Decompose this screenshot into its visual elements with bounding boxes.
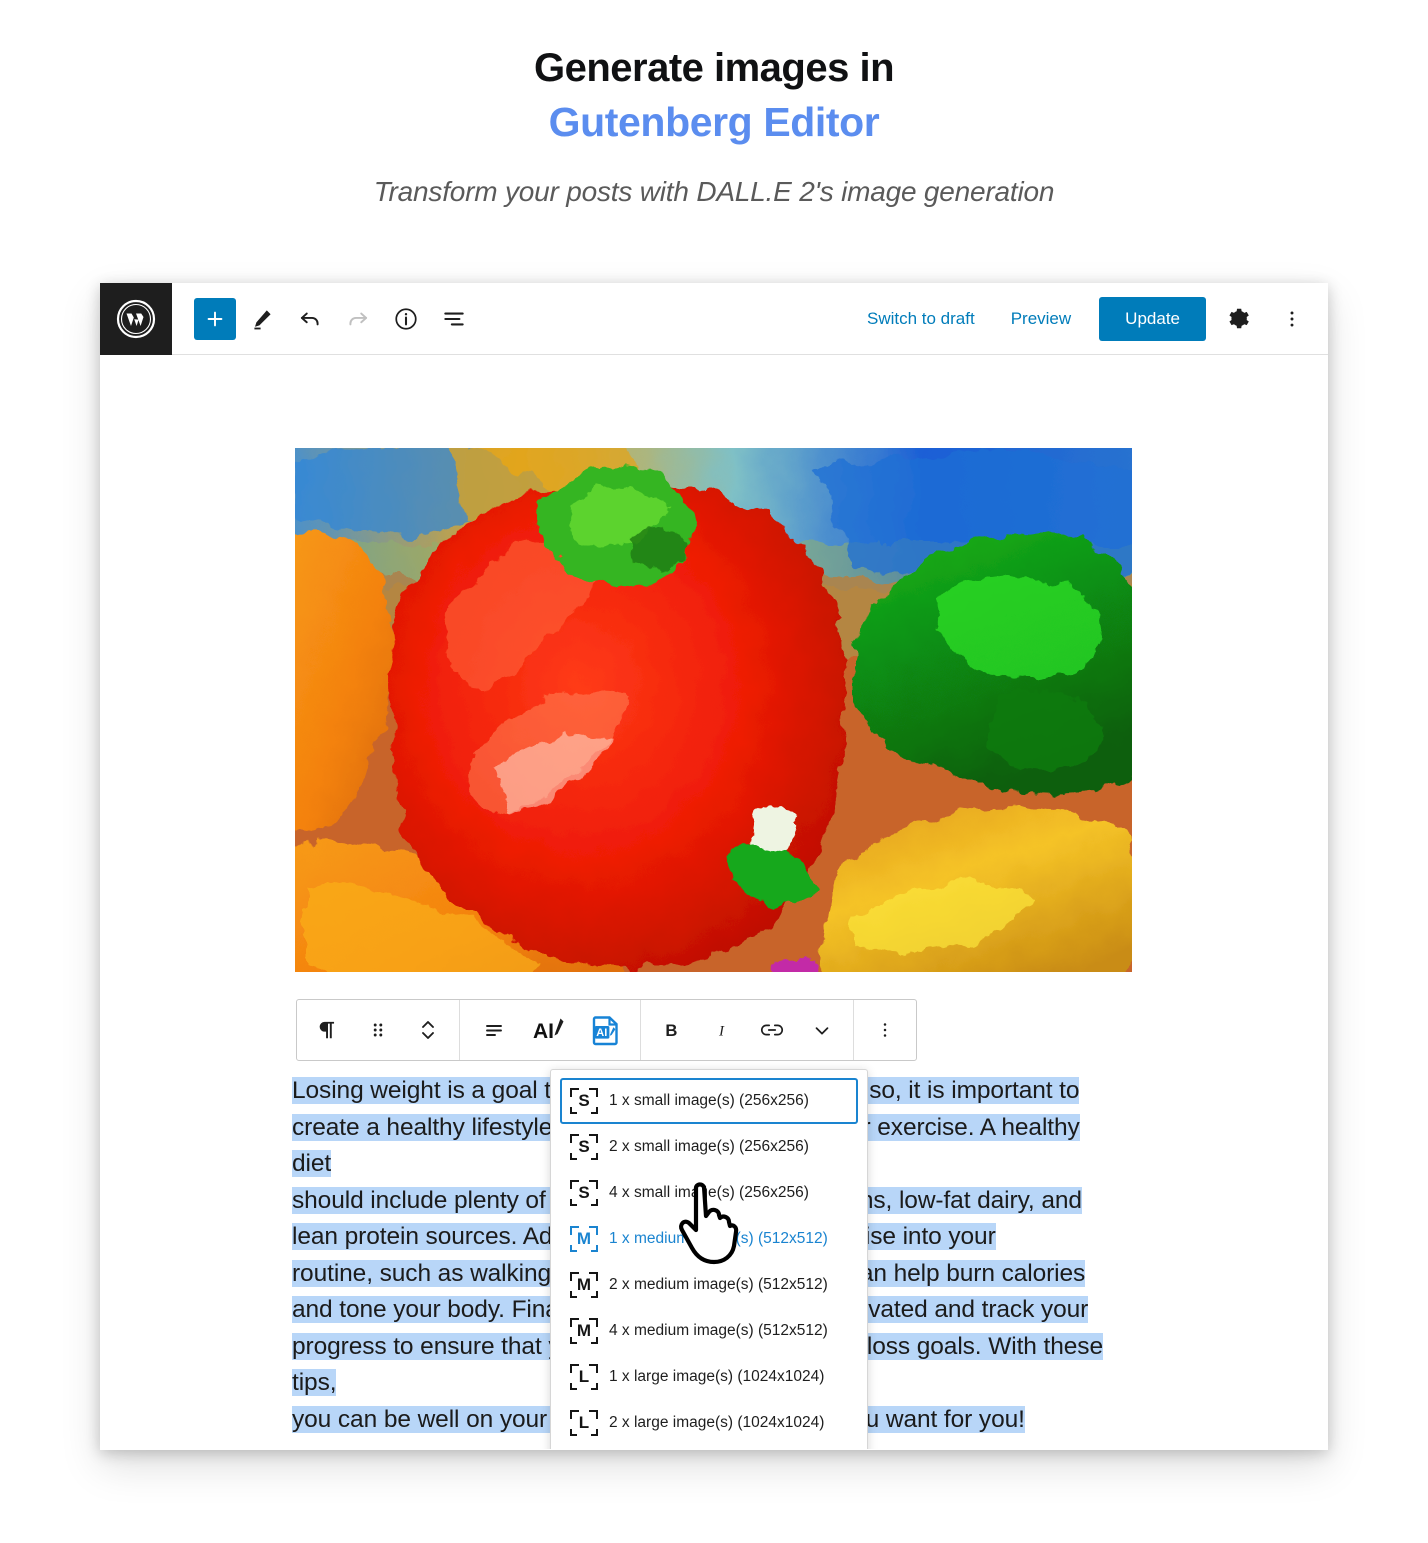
block-toolbar-group-2: AI AI <box>460 1000 641 1060</box>
preview-button[interactable]: Preview <box>993 299 1089 339</box>
svg-text:B: B <box>665 1021 677 1040</box>
redo-arrow-icon <box>349 312 368 325</box>
pencil-icon <box>254 309 271 329</box>
ai-text-button[interactable]: AI <box>522 1000 578 1060</box>
align-left-icon <box>486 1025 502 1036</box>
generated-image-block[interactable] <box>295 448 1132 972</box>
page-title: Generate images in <box>533 46 895 90</box>
plus-icon <box>207 311 223 326</box>
medium-size-icon: M <box>570 1225 598 1253</box>
more-options-button[interactable] <box>1270 297 1314 341</box>
move-updown-button[interactable] <box>403 1000 453 1060</box>
block-type-paragraph-button[interactable] <box>303 1000 353 1060</box>
details-button[interactable] <box>384 297 428 341</box>
menu-item-large-2[interactable]: L 2 x large image(s) (1024x1024) <box>560 1400 858 1446</box>
menu-item-medium-1[interactable]: M 1 x medium image(s) (512x512) <box>560 1216 858 1262</box>
gear-icon <box>1228 308 1249 329</box>
editor-right-tools: Switch to draft Preview Update <box>849 296 1328 341</box>
menu-item-label: 1 x small image(s) (256x256) <box>609 1092 809 1109</box>
block-format-toolbar: AI AI B I <box>296 999 917 1061</box>
chevron-updown-icon <box>422 1021 434 1039</box>
ai-image-icon: AI <box>592 1016 618 1046</box>
switch-to-draft-button[interactable]: Switch to draft <box>849 299 993 339</box>
link-icon <box>761 1024 783 1036</box>
info-circle-icon <box>395 307 417 330</box>
menu-item-label: 2 x medium image(s) (512x512) <box>609 1276 828 1293</box>
ai-text-icon: AI <box>533 1018 564 1043</box>
svg-text:I: I <box>718 1023 725 1039</box>
block-toolbar-group-1 <box>297 1000 460 1060</box>
large-size-icon: L <box>570 1409 598 1437</box>
image-size-dropdown-menu: S 1 x small image(s) (256x256) S 2 x sma… <box>550 1069 868 1449</box>
pepper-still-life-image <box>295 448 1132 972</box>
menu-item-label: 1 x medium image(s) (512x512) <box>609 1230 828 1247</box>
editor-content-canvas: AI AI B I Losing weight is a goal so, it… <box>100 355 1328 1449</box>
italic-i-icon: I <box>718 1023 725 1039</box>
undo-arrow-icon <box>300 312 319 325</box>
block-toolbar-group-3: B I <box>641 1000 854 1060</box>
menu-item-small-2[interactable]: S 2 x small image(s) (256x256) <box>560 1124 858 1170</box>
menu-item-large-4[interactable]: L 4 x large image(s) (1024x1024) <box>560 1446 858 1449</box>
small-size-icon: S <box>570 1179 598 1207</box>
italic-button[interactable]: I <box>697 1000 747 1060</box>
menu-item-medium-4[interactable]: M 4 x medium image(s) (512x512) <box>560 1308 858 1354</box>
editor-left-tools <box>194 297 476 341</box>
svg-text:AI: AI <box>596 1027 607 1039</box>
page-tagline: Transform your posts with DALL.E 2's ima… <box>373 175 1055 207</box>
list-view-button[interactable] <box>432 297 476 341</box>
menu-item-small-4[interactable]: S 4 x small image(s) (256x256) <box>560 1170 858 1216</box>
redo-button[interactable] <box>336 297 380 341</box>
wordpress-logo-icon[interactable] <box>100 282 172 355</box>
bold-b-icon: B <box>665 1021 677 1040</box>
menu-item-label: 4 x medium image(s) (512x512) <box>609 1322 828 1339</box>
align-text-button[interactable] <box>466 1000 522 1060</box>
ai-image-button[interactable]: AI <box>578 1000 634 1060</box>
edit-tools-button[interactable] <box>240 297 284 341</box>
medium-size-icon: M <box>570 1271 598 1299</box>
small-size-icon: S <box>570 1087 598 1115</box>
bold-button[interactable]: B <box>647 1000 697 1060</box>
paragraph-pilcrow-icon <box>319 1021 335 1039</box>
kebab-menu-icon <box>1290 310 1294 327</box>
drag-handle[interactable] <box>353 1000 403 1060</box>
chevron-down-icon <box>815 1027 829 1035</box>
undo-button[interactable] <box>288 297 332 341</box>
menu-item-small-1[interactable]: S 1 x small image(s) (256x256) <box>560 1078 858 1124</box>
menu-item-medium-2[interactable]: M 2 x medium image(s) (512x512) <box>560 1262 858 1308</box>
menu-item-large-1[interactable]: L 1 x large image(s) (1024x1024) <box>560 1354 858 1400</box>
add-block-button[interactable] <box>194 297 236 340</box>
menu-item-label: 4 x small image(s) (256x256) <box>609 1184 809 1201</box>
link-button[interactable] <box>747 1000 797 1060</box>
small-size-icon: S <box>570 1133 598 1161</box>
editor-top-toolbar: Switch to draft Preview Update <box>100 282 1328 355</box>
menu-item-label: 1 x large image(s) (1024x1024) <box>609 1368 825 1385</box>
page-subtitle: Gutenberg Editor <box>548 98 880 145</box>
gutenberg-editor-window: Switch to draft Preview Update AI AI B I… <box>100 282 1328 1450</box>
svg-text:AI: AI <box>533 1020 554 1043</box>
medium-size-icon: M <box>570 1317 598 1345</box>
settings-button[interactable] <box>1216 297 1260 341</box>
more-formatting-button[interactable] <box>797 1000 847 1060</box>
menu-item-label: 2 x large image(s) (1024x1024) <box>609 1414 825 1431</box>
block-toolbar-group-4 <box>854 1000 916 1060</box>
update-button[interactable]: Update <box>1099 296 1206 341</box>
list-view-icon <box>444 312 464 325</box>
large-size-icon: L <box>570 1363 598 1391</box>
menu-item-label: 2 x small image(s) (256x256) <box>609 1138 809 1155</box>
promo-header: Generate images in Gutenberg Editor Tran… <box>0 0 1428 208</box>
drag-dots-icon <box>373 1023 383 1037</box>
kebab-menu-icon <box>883 1023 887 1037</box>
block-options-button[interactable] <box>860 1000 910 1060</box>
